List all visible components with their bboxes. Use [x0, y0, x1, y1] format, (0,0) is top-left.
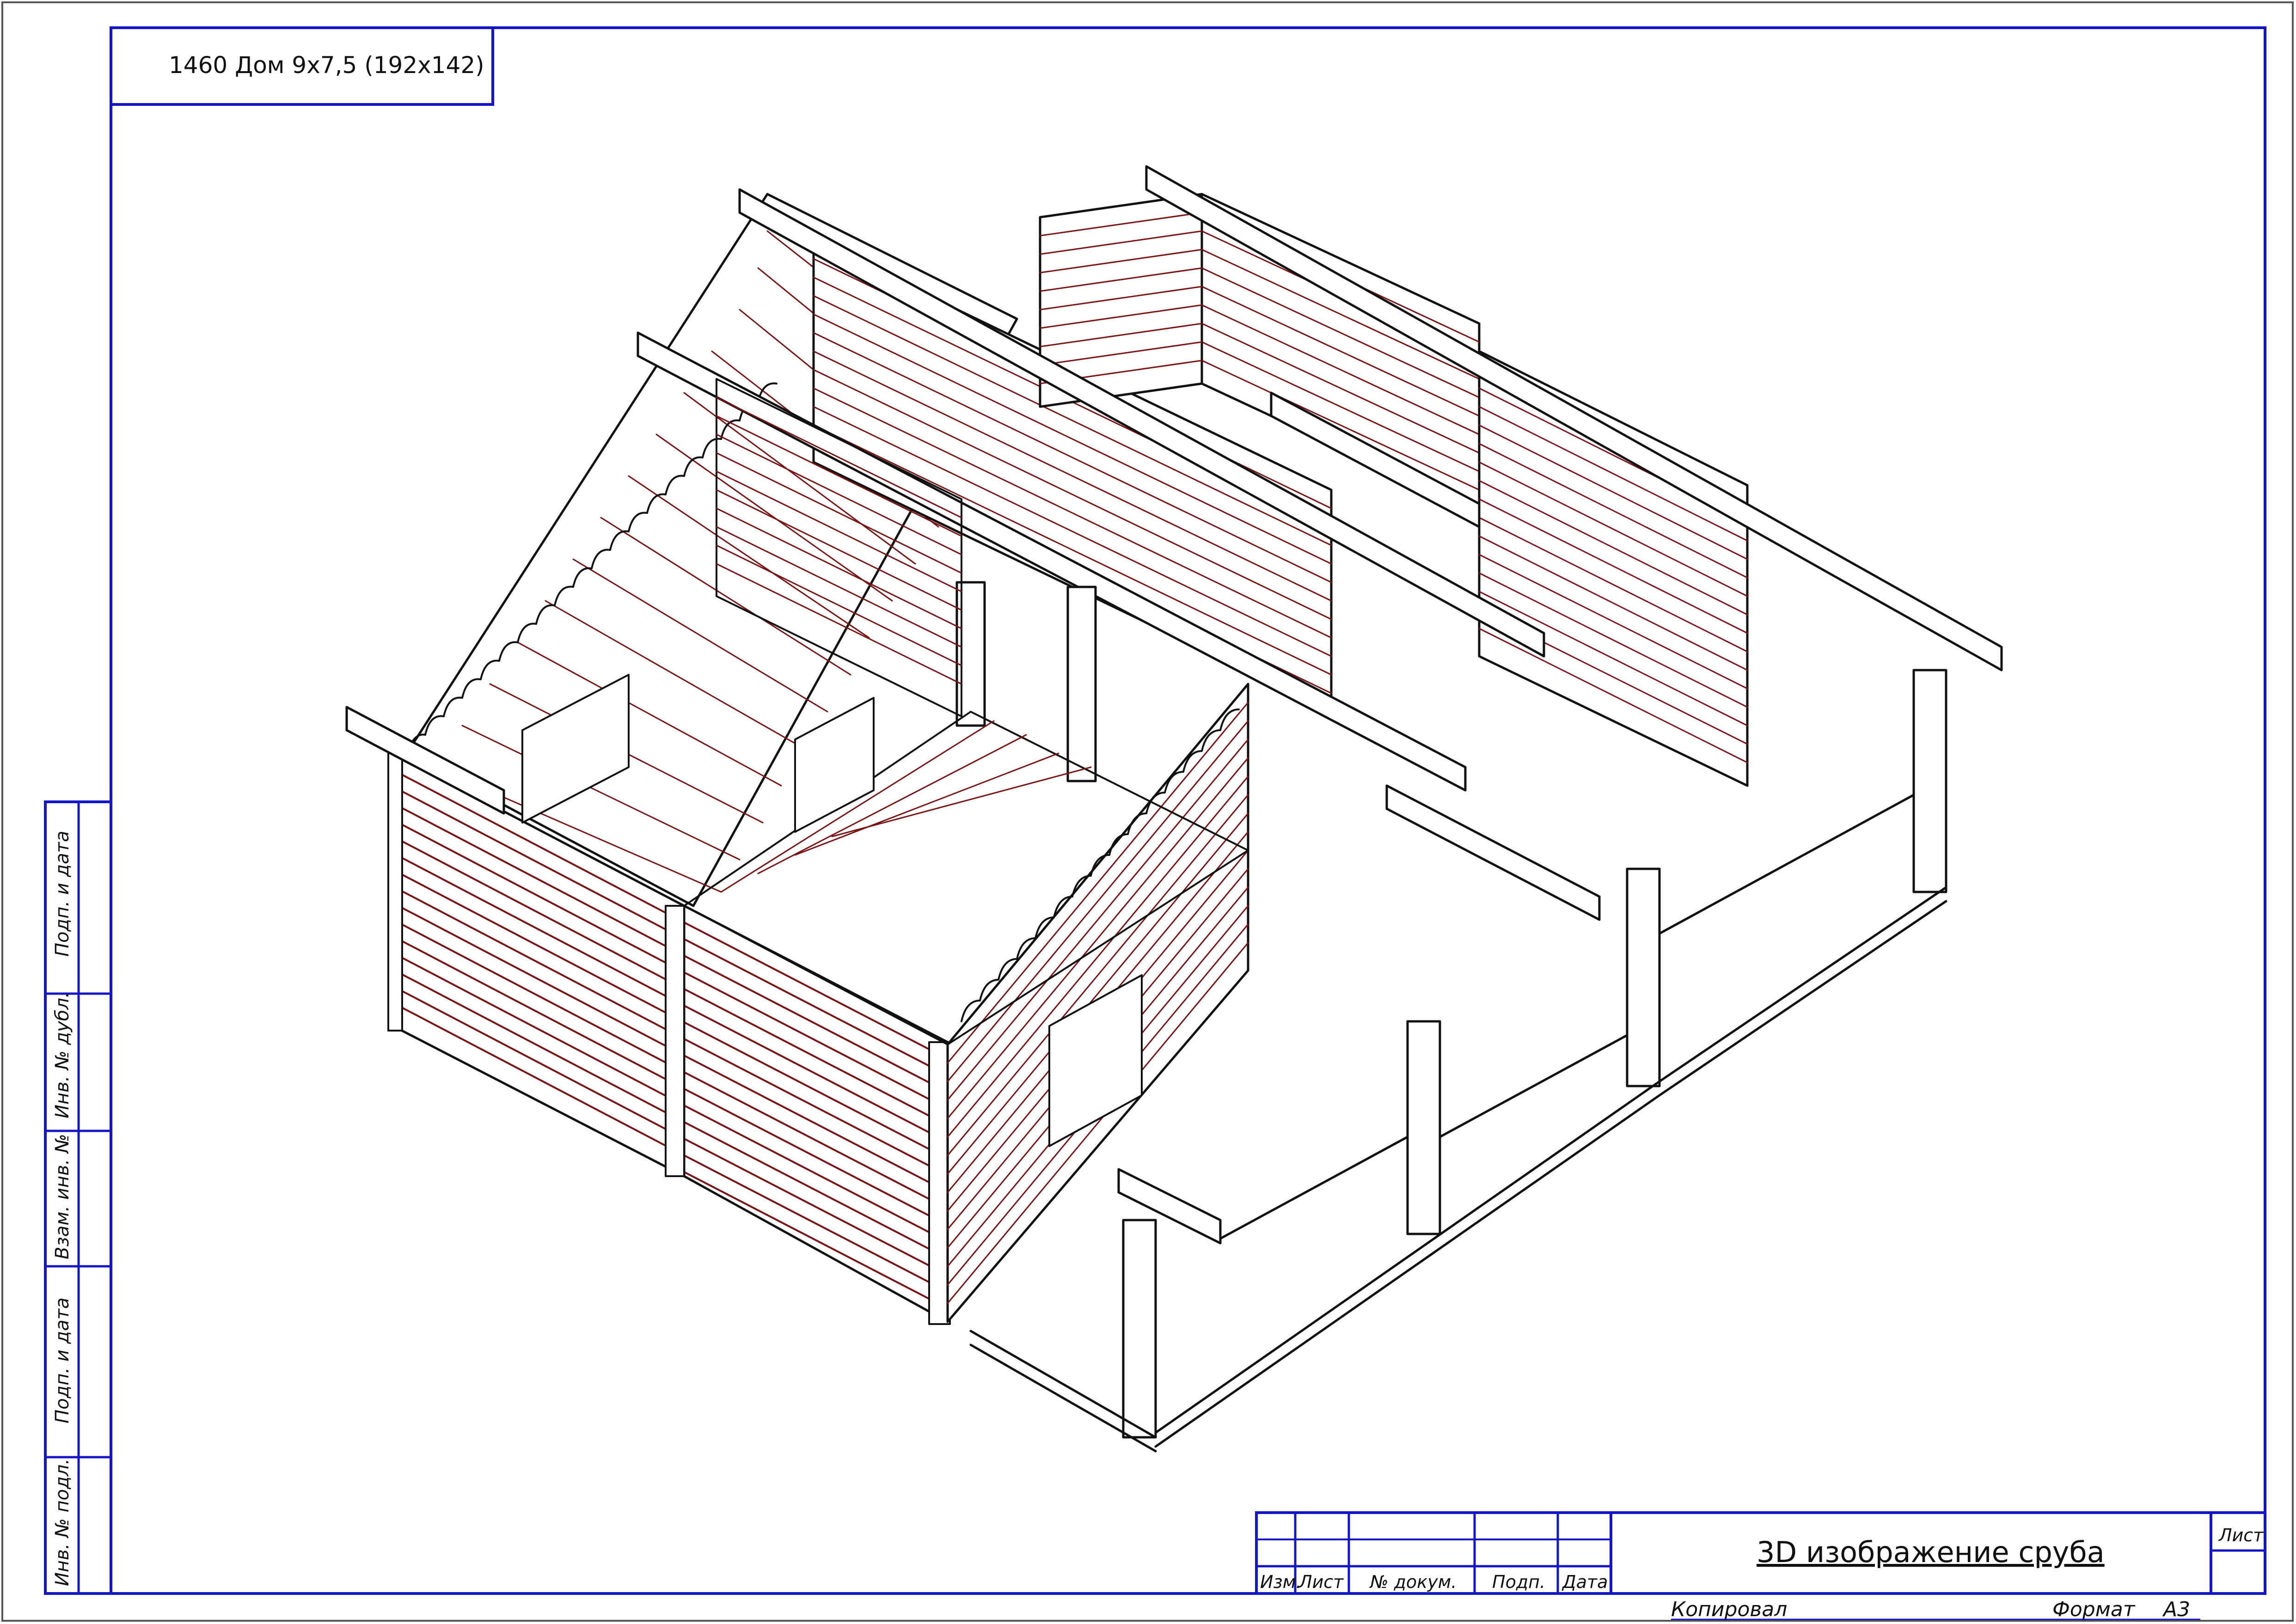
copied-by-label: Копировал: [1671, 1598, 1787, 1621]
tb-col-izm: Изм.: [1260, 1572, 1301, 1592]
side-stamp: Подп. и дата Инв. № дубл. Взам. инв. № П…: [44, 800, 112, 1595]
log-house-3d-drawing: [345, 165, 2003, 1453]
format-label: Формат: [2052, 1598, 2136, 1621]
front-wall-middle: [683, 904, 949, 1323]
sheet-title: 3D изображение сруба: [1757, 1535, 2105, 1569]
stamp-field-inv-dubl: Инв. № дубл.: [52, 992, 73, 1118]
right-wing-wall: [1478, 350, 1749, 787]
tb-col-list: Лист: [1298, 1572, 1344, 1592]
stamp-field-inv-podl: Инв. № подл.: [52, 1459, 73, 1586]
tb-col-doc-no: № докум.: [1369, 1572, 1457, 1592]
stamp-field-vzam-inv: Взам. инв. №: [52, 1134, 73, 1259]
tb-col-date: Дата: [1561, 1572, 1608, 1592]
project-label-box: 1460 Дом 9х7,5 (192х142): [110, 26, 494, 106]
tb-col-sign: Подп.: [1492, 1572, 1545, 1592]
project-label: 1460 Дом 9х7,5 (192х142): [169, 52, 484, 79]
tb-sheet-label: Лист: [2218, 1525, 2264, 1545]
format-value: А3: [2162, 1598, 2190, 1621]
drawing-sheet: 1460 Дом 9х7,5 (192х142) Подп. и дата Ин…: [0, 0, 2296, 1624]
stamp-field-sign-date-2: Подп. и дата: [52, 1298, 73, 1423]
stamp-field-sign-date-1: Подп. и дата: [52, 831, 73, 957]
